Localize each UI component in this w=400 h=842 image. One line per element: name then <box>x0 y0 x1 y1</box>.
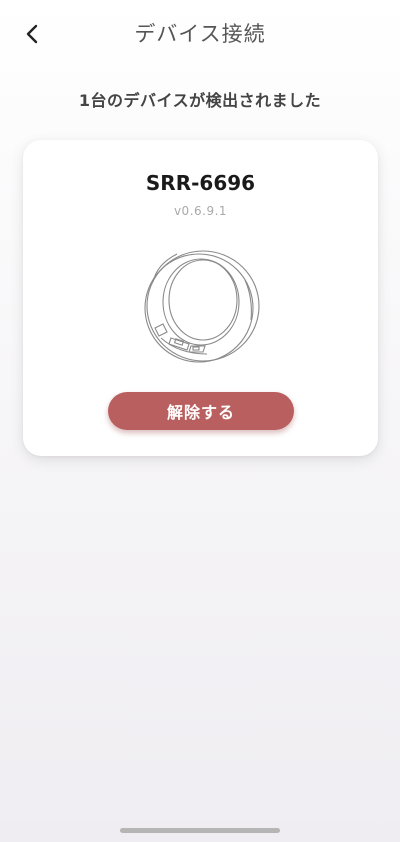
device-card: SRR-6696 v0.6.9.1 解除する <box>23 140 378 456</box>
page-title: デバイス接続 <box>134 22 266 46</box>
home-indicator[interactable] <box>120 828 280 833</box>
release-button[interactable]: 解除する <box>108 392 294 430</box>
header-bar: デバイス接続 <box>0 0 400 66</box>
detection-message: 1台のデバイスが検出されました <box>78 91 322 110</box>
device-version: v0.6.9.1 <box>173 204 228 218</box>
ring-icon <box>144 250 260 363</box>
device-name: SRR-6696 <box>145 171 256 195</box>
